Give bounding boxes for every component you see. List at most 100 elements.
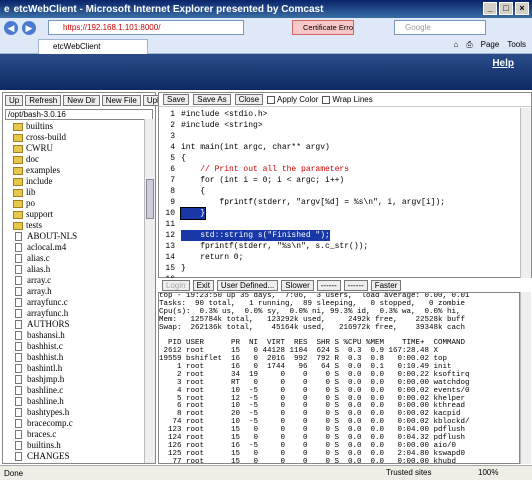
address-input[interactable]: https://192.168.1.101:8000/ — [48, 20, 244, 35]
apply-color-box[interactable] — [267, 95, 276, 104]
faster-button[interactable]: Faster — [370, 279, 402, 291]
list-item[interactable]: bashintl.h — [5, 363, 143, 374]
line-number: 6 — [170, 165, 175, 174]
list-item[interactable]: bashline.h — [5, 396, 143, 407]
page-menu[interactable]: Page — [481, 40, 500, 50]
exit-button[interactable]: Exit — [192, 279, 214, 291]
code-text: int main(int argc, char** argv) — [181, 143, 330, 152]
file-icon — [15, 441, 22, 450]
line-number: 3 — [170, 132, 175, 141]
list-item[interactable]: examples — [5, 165, 143, 176]
file-name: bashline.h — [27, 396, 64, 406]
zoom-level[interactable]: 100% — [478, 468, 498, 477]
code-text: return 0; — [181, 253, 244, 262]
file-icon — [15, 254, 22, 263]
list-item[interactable]: arrayfunc.c — [5, 297, 143, 308]
speed-indicator-4[interactable]: ------ — [316, 279, 341, 291]
wrap-lines-box[interactable] — [322, 95, 331, 104]
folder-icon — [13, 122, 23, 131]
list-item[interactable]: bashhist.c — [5, 341, 143, 352]
list-item[interactable]: alias.h — [5, 264, 143, 275]
apply-color-checkbox[interactable]: Apply Color — [267, 95, 318, 104]
user-defined-button[interactable]: User Defined... — [216, 279, 279, 291]
list-item[interactable]: CHANGES — [5, 451, 143, 461]
wrap-lines-checkbox[interactable]: Wrap Lines — [322, 95, 373, 104]
slower-button[interactable]: Slower — [281, 279, 314, 291]
minimize-button[interactable]: _ — [483, 2, 497, 15]
save-as-button[interactable]: Save As — [193, 94, 231, 105]
speed-indicator-5[interactable]: ------ — [343, 279, 368, 291]
list-item[interactable]: array.c — [5, 275, 143, 286]
list-item[interactable]: builtins — [5, 121, 143, 132]
list-item[interactable]: aclocal.m4 — [5, 242, 143, 253]
refresh-button[interactable]: Refresh — [25, 95, 62, 106]
back-button[interactable]: ◀ — [4, 21, 18, 35]
code-text: // Print out all the parameters — [181, 165, 350, 174]
terminal-line: Swap: 262136k total, 45164k used, 216972… — [159, 323, 466, 332]
save-button[interactable]: Save — [163, 94, 190, 105]
editor-scrollbar[interactable] — [520, 108, 531, 278]
list-item[interactable]: builtins.h — [5, 440, 143, 451]
login-button[interactable]: Login — [162, 279, 190, 291]
file-icon — [15, 265, 22, 274]
line-number: 15 — [165, 264, 175, 273]
tools-menu[interactable]: Tools — [507, 40, 526, 50]
tab-etcwebclient[interactable]: etcWebClient — [38, 39, 148, 54]
line-number: 12 — [165, 231, 175, 240]
help-link[interactable]: Help — [492, 58, 514, 69]
list-item[interactable]: CWRU — [5, 143, 143, 154]
folder-icon — [13, 221, 23, 230]
forward-button[interactable]: ▶ — [22, 21, 36, 35]
list-item[interactable]: lib — [5, 187, 143, 198]
list-item[interactable]: bashtypes.h — [5, 407, 143, 418]
file-name: bashtypes.h — [27, 407, 70, 417]
file-list-scrollbar[interactable] — [144, 119, 155, 463]
code-line: 5{ — [163, 153, 519, 164]
list-item[interactable]: ABOUT-NLS — [5, 231, 143, 242]
list-item[interactable]: AUTHORS — [5, 319, 143, 330]
print-icon[interactable]: ⎙ — [466, 40, 472, 50]
file-icon — [15, 375, 22, 384]
file-name: arrayfunc.h — [27, 308, 69, 318]
new-file-button[interactable]: New File — [101, 95, 141, 106]
window-controls: _ □ × — [483, 2, 529, 15]
file-name: alias.h — [27, 264, 51, 274]
file-name: bashjmp.h — [27, 374, 65, 384]
code-editor: Save Save As Close Apply Color Wrap Lines 1 #… — [158, 92, 532, 284]
maximize-button[interactable]: □ — [499, 2, 513, 15]
list-item[interactable]: bashansi.h — [5, 330, 143, 341]
file-name: builtins — [26, 121, 54, 131]
path-input[interactable]: /opt/bash-3.0.16 — [5, 109, 153, 120]
file-icon — [15, 309, 22, 318]
scrollbar-thumb[interactable] — [146, 179, 154, 219]
file-name: CHANGES — [27, 451, 70, 461]
list-item[interactable]: bashline.c — [5, 385, 143, 396]
certificate-error-button[interactable]: Certificate Error — [292, 20, 354, 35]
list-item[interactable]: cross-build — [5, 132, 143, 143]
close-button[interactable]: Close — [234, 94, 264, 105]
list-item[interactable]: po — [5, 198, 143, 209]
list-item[interactable]: support — [5, 209, 143, 220]
home-icon[interactable]: ⌂ — [453, 40, 458, 50]
list-item[interactable]: array.h — [5, 286, 143, 297]
terminal-output[interactable]: top - 19:23:50 up 35 days, 7:06, 3 users… — [158, 292, 520, 464]
terminal-scrollbar[interactable] — [520, 292, 531, 464]
list-item[interactable]: doc — [5, 154, 143, 165]
list-item[interactable]: bashhist.h — [5, 352, 143, 363]
search-input[interactable]: Google — [394, 20, 486, 35]
list-item[interactable]: bracecomp.c — [5, 418, 143, 429]
close-window-button[interactable]: × — [515, 2, 529, 15]
list-item[interactable]: alias.c — [5, 253, 143, 264]
list-item[interactable]: braces.c — [5, 429, 143, 440]
list-item[interactable]: bashjmp.h — [5, 374, 143, 385]
status-text: Done — [4, 468, 24, 478]
up-button[interactable]: Up — [5, 95, 24, 106]
window-title: etcWebClient - Microsoft Internet Explor… — [13, 3, 324, 15]
new-dir-button[interactable]: New Dir — [63, 95, 100, 106]
code-area[interactable]: 1 #include <stdio.h> 2 #include <string> 3 4 i… — [163, 109, 519, 285]
line-number: 2 — [170, 121, 175, 130]
list-item[interactable]: tests — [5, 220, 143, 231]
code-text: { — [181, 187, 206, 196]
list-item[interactable]: arrayfunc.h — [5, 308, 143, 319]
list-item[interactable]: include — [5, 176, 143, 187]
